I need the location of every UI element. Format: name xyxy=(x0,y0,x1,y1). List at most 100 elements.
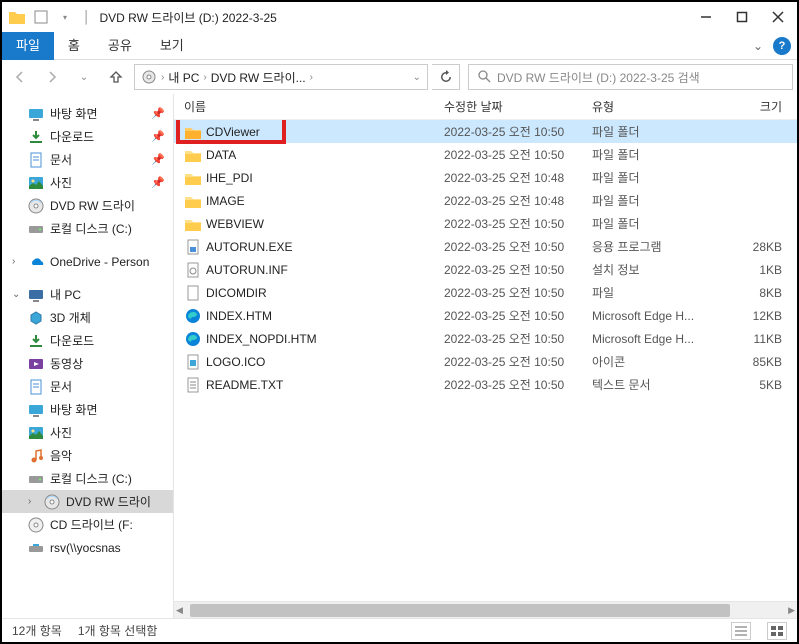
folder-icon xyxy=(8,8,26,26)
breadcrumb-drive[interactable]: DVD RW 드라이... xyxy=(211,69,306,86)
file-type: 파일 폴더 xyxy=(592,123,722,140)
qat-dropdown-icon[interactable]: ▾ xyxy=(56,8,74,26)
sidebar-pc-item[interactable]: 음악 xyxy=(2,444,173,467)
file-row[interactable]: CDViewer2022-03-25 오전 10:50파일 폴더 xyxy=(174,120,797,143)
picture-icon xyxy=(28,425,44,441)
file-date: 2022-03-25 오전 10:50 xyxy=(444,307,592,324)
search-icon xyxy=(477,69,491,86)
sidebar-pc-item[interactable]: rsv(\\yocsnas xyxy=(2,536,173,559)
column-name[interactable]: 이름 xyxy=(184,98,444,115)
sidebar-pc-item[interactable]: 로컬 디스크 (C:) xyxy=(2,467,173,490)
file-type: 파일 xyxy=(592,284,722,301)
file-date: 2022-03-25 오전 10:50 xyxy=(444,215,592,232)
navigation-pane[interactable]: 바탕 화면📌다운로드📌문서📌사진📌 DVD RW 드라이로컬 디스크 (C:) ›O… xyxy=(2,94,174,618)
sidebar-quick-item[interactable]: 로컬 디스크 (C:) xyxy=(2,217,173,240)
sidebar-pc-item[interactable]: CD 드라이브 (F: xyxy=(2,513,173,536)
file-row[interactable]: IHE_PDI2022-03-25 오전 10:48파일 폴더 xyxy=(174,166,797,189)
tab-file[interactable]: 파일 xyxy=(2,32,54,60)
properties-icon[interactable] xyxy=(32,8,50,26)
recent-dropdown-icon[interactable]: ⌄ xyxy=(70,63,98,91)
minimize-button[interactable] xyxy=(699,10,713,24)
file-row[interactable]: LOGO.ICO2022-03-25 오전 10:50아이콘85KB xyxy=(174,350,797,373)
file-name: DATA xyxy=(206,148,444,162)
column-date[interactable]: 수정한 날짜 xyxy=(444,98,592,115)
tab-view[interactable]: 보기 xyxy=(146,32,198,60)
file-list[interactable]: CDViewer2022-03-25 오전 10:50파일 폴더DATA2022… xyxy=(174,120,797,601)
help-button[interactable]: ? xyxy=(773,37,791,55)
file-type: 파일 폴더 xyxy=(592,215,722,232)
breadcrumb-pc[interactable]: 내 PC xyxy=(168,69,199,86)
tab-home[interactable]: 홈 xyxy=(54,32,94,60)
sidebar-item-label: 다운로드 xyxy=(50,332,94,349)
back-button[interactable] xyxy=(6,63,34,91)
file-row[interactable]: AUTORUN.INF2022-03-25 오전 10:50설치 정보1KB xyxy=(174,258,797,281)
file-row[interactable]: DATA2022-03-25 오전 10:50파일 폴더 xyxy=(174,143,797,166)
chevron-right-icon[interactable]: › xyxy=(161,72,164,83)
column-size[interactable]: 크기 xyxy=(722,98,782,115)
sidebar-pc-item[interactable]: 3D 개체 xyxy=(2,306,173,329)
sidebar-onedrive[interactable]: ›OneDrive - Person xyxy=(2,250,173,273)
tab-share[interactable]: 공유 xyxy=(94,32,146,60)
sidebar-pc-item[interactable]: 바탕 화면 xyxy=(2,398,173,421)
file-type: Microsoft Edge H... xyxy=(592,309,722,323)
sidebar-quick-item[interactable]: 바탕 화면📌 xyxy=(2,102,173,125)
edge-icon xyxy=(184,330,202,348)
file-row[interactable]: INDEX.HTM2022-03-25 오전 10:50Microsoft Ed… xyxy=(174,304,797,327)
sidebar-pc-item[interactable]: 문서 xyxy=(2,375,173,398)
thumbnails-view-button[interactable] xyxy=(767,622,787,640)
sidebar-quick-item[interactable]: 사진📌 xyxy=(2,171,173,194)
sidebar-item-label: DVD RW 드라이 xyxy=(50,197,135,214)
search-input[interactable]: DVD RW 드라이브 (D:) 2022-3-25 검색 xyxy=(468,64,793,90)
horizontal-scrollbar[interactable]: ◀ ▶ xyxy=(174,601,797,618)
sidebar-item-label: 문서 xyxy=(50,378,72,395)
file-row[interactable]: DICOMDIR2022-03-25 오전 10:50파일8KB xyxy=(174,281,797,304)
window-title: DVD RW 드라이브 (D:) 2022-3-25 xyxy=(100,9,277,26)
up-button[interactable] xyxy=(102,63,130,91)
file-name: LOGO.ICO xyxy=(206,355,444,369)
file-row[interactable]: README.TXT2022-03-25 오전 10:50텍스트 문서5KB xyxy=(174,373,797,396)
chevron-right-icon[interactable]: › xyxy=(28,496,38,507)
file-name: IHE_PDI xyxy=(206,171,444,185)
sidebar-this-pc[interactable]: ⌄내 PC xyxy=(2,283,173,306)
file-row[interactable]: IMAGE2022-03-25 오전 10:48파일 폴더 xyxy=(174,189,797,212)
sidebar-pc-item[interactable]: 사진 xyxy=(2,421,173,444)
folder-icon xyxy=(184,146,202,164)
file-type: 아이콘 xyxy=(592,353,722,370)
column-headers[interactable]: 이름 수정한 날짜 유형 크기 xyxy=(174,94,797,120)
refresh-button[interactable] xyxy=(432,64,460,90)
sidebar-item-label: 로컬 디스크 (C:) xyxy=(50,220,132,237)
sidebar-item-label: 로컬 디스크 (C:) xyxy=(50,470,132,487)
sidebar-pc-item[interactable]: ›DVD RW 드라이 xyxy=(2,490,173,513)
file-type: 파일 폴더 xyxy=(592,169,722,186)
desktop-icon xyxy=(28,402,44,418)
file-name: AUTORUN.EXE xyxy=(206,240,444,254)
sidebar-quick-item[interactable]: DVD RW 드라이 xyxy=(2,194,173,217)
sidebar-quick-item[interactable]: 문서📌 xyxy=(2,148,173,171)
forward-button[interactable] xyxy=(38,63,66,91)
dvd-icon xyxy=(44,494,60,510)
ribbon-collapse-icon[interactable]: ⌄ xyxy=(743,39,773,53)
sidebar-quick-item[interactable]: 다운로드📌 xyxy=(2,125,173,148)
file-row[interactable]: WEBVIEW2022-03-25 오전 10:50파일 폴더 xyxy=(174,212,797,235)
file-row[interactable]: INDEX_NOPDI.HTM2022-03-25 오전 10:50Micros… xyxy=(174,327,797,350)
close-button[interactable] xyxy=(771,10,785,24)
file-size: 1KB xyxy=(722,263,782,277)
scrollbar-thumb[interactable] xyxy=(190,604,730,617)
maximize-button[interactable] xyxy=(735,10,749,24)
chevron-down-icon[interactable]: ⌄ xyxy=(12,289,22,300)
file-icon xyxy=(184,284,202,302)
chevron-right-icon[interactable]: › xyxy=(203,72,206,83)
address-dropdown-icon[interactable]: ⌄ xyxy=(413,72,421,83)
address-bar[interactable]: › 내 PC › DVD RW 드라이... › ⌄ xyxy=(134,64,428,90)
details-view-button[interactable] xyxy=(731,622,751,640)
folder-icon xyxy=(184,215,202,233)
sidebar-item-label: 동영상 xyxy=(50,355,83,372)
file-date: 2022-03-25 오전 10:50 xyxy=(444,146,592,163)
chevron-right-icon[interactable]: › xyxy=(12,256,22,267)
chevron-right-icon[interactable]: › xyxy=(310,72,313,83)
sidebar-pc-item[interactable]: 다운로드 xyxy=(2,329,173,352)
column-type[interactable]: 유형 xyxy=(592,98,722,115)
sidebar-pc-item[interactable]: 동영상 xyxy=(2,352,173,375)
title-bar: ▾ │ DVD RW 드라이브 (D:) 2022-3-25 xyxy=(2,2,797,32)
file-row[interactable]: AUTORUN.EXE2022-03-25 오전 10:50응용 프로그램28K… xyxy=(174,235,797,258)
